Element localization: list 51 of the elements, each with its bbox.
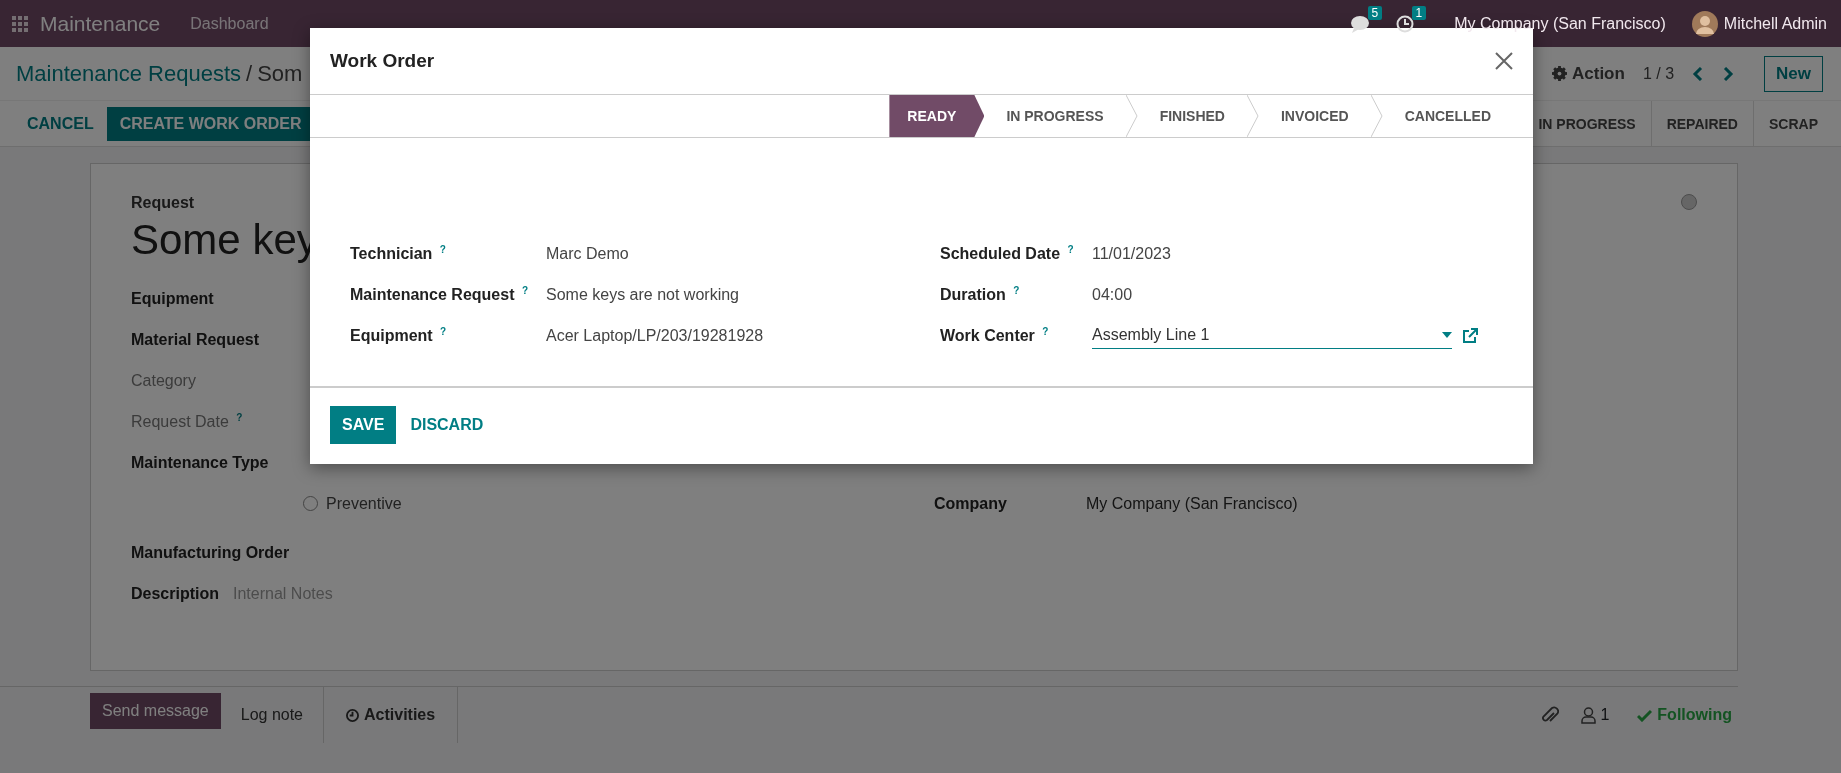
discard-button[interactable]: DISCARD — [398, 406, 496, 444]
new-button[interactable]: New — [1764, 55, 1823, 92]
stage-step[interactable]: READY — [889, 95, 985, 137]
field-label: Manufacturing Order — [131, 543, 290, 562]
field-label: Technician $^{?}$ — [350, 243, 447, 264]
field-label: Category — [131, 371, 197, 390]
menu-item[interactable]: Dashboard — [190, 14, 269, 33]
field-value: 04:00 — [1092, 285, 1133, 304]
breadcrumb-separator: / — [246, 60, 253, 87]
company-switcher[interactable]: My Company (San Francisco) — [1454, 14, 1666, 33]
work-center-select[interactable]: Assembly Line 1 — [1092, 322, 1452, 349]
save-button[interactable]: SAVE — [330, 406, 397, 444]
field-label: Duration $^{?}$ — [940, 284, 1021, 305]
breadcrumb-current: Som — [257, 60, 303, 87]
field-value: My Company (San Francisco) — [1086, 494, 1298, 513]
log-note-tab[interactable]: Log note — [220, 687, 324, 743]
stage-step[interactable]: REPAIRED — [1650, 101, 1753, 146]
field-label: Material Request — [131, 330, 261, 349]
field-value: Some keys are not working — [546, 285, 739, 304]
field-label: Equipment — [131, 289, 215, 308]
followers-button[interactable]: 1 — [1581, 706, 1610, 724]
stage-step[interactable]: CANCELLED — [1382, 95, 1513, 137]
field-label: Company — [934, 494, 1008, 513]
breadcrumb-link[interactable]: Maintenance Requests — [16, 60, 242, 87]
cancel-button[interactable]: CANCEL — [14, 106, 107, 141]
field-label: Equipment $^{?}$ — [350, 325, 448, 346]
field-label: Request — [131, 194, 195, 212]
field-label: Scheduled Date $^{?}$ — [940, 243, 1075, 264]
user-name[interactable]: Mitchell Admin — [1723, 14, 1827, 33]
pager: 1 / 3 — [1642, 64, 1675, 83]
field-value: 11/01/2023 — [1092, 244, 1171, 263]
field-label: Description — [131, 584, 219, 603]
dialog-title: Work Order — [330, 50, 435, 72]
app-name[interactable]: Maintenance — [40, 11, 161, 36]
stage-step[interactable]: INVOICED — [1258, 95, 1371, 137]
send-message-button[interactable]: Send message — [90, 693, 221, 729]
field-label: Work Center $^{?}$ — [940, 325, 1050, 346]
activities-tab[interactable]: Activities — [324, 687, 459, 743]
message-count-badge: 5 — [1367, 5, 1383, 20]
field-value: Acer Laptop/LP/203/19281928 — [546, 326, 764, 345]
field-label: Maintenance Request $^{?}$ — [350, 284, 530, 305]
activity-count-badge: 1 — [1411, 5, 1427, 20]
stage-step[interactable]: SCRAP — [1753, 101, 1833, 146]
radio-option[interactable]: Preventive — [303, 494, 402, 513]
field-label: Request Date $^{?}$ — [131, 411, 244, 432]
field-label: Maintenance Type — [131, 453, 270, 472]
following-button[interactable]: Following — [1631, 705, 1738, 725]
action-menu[interactable]: Action — [1552, 63, 1625, 84]
stage-step[interactable]: IN PROGRESS — [984, 95, 1126, 137]
stage-step[interactable]: FINISHED — [1137, 95, 1247, 137]
field-value: Marc Demo — [546, 244, 629, 263]
